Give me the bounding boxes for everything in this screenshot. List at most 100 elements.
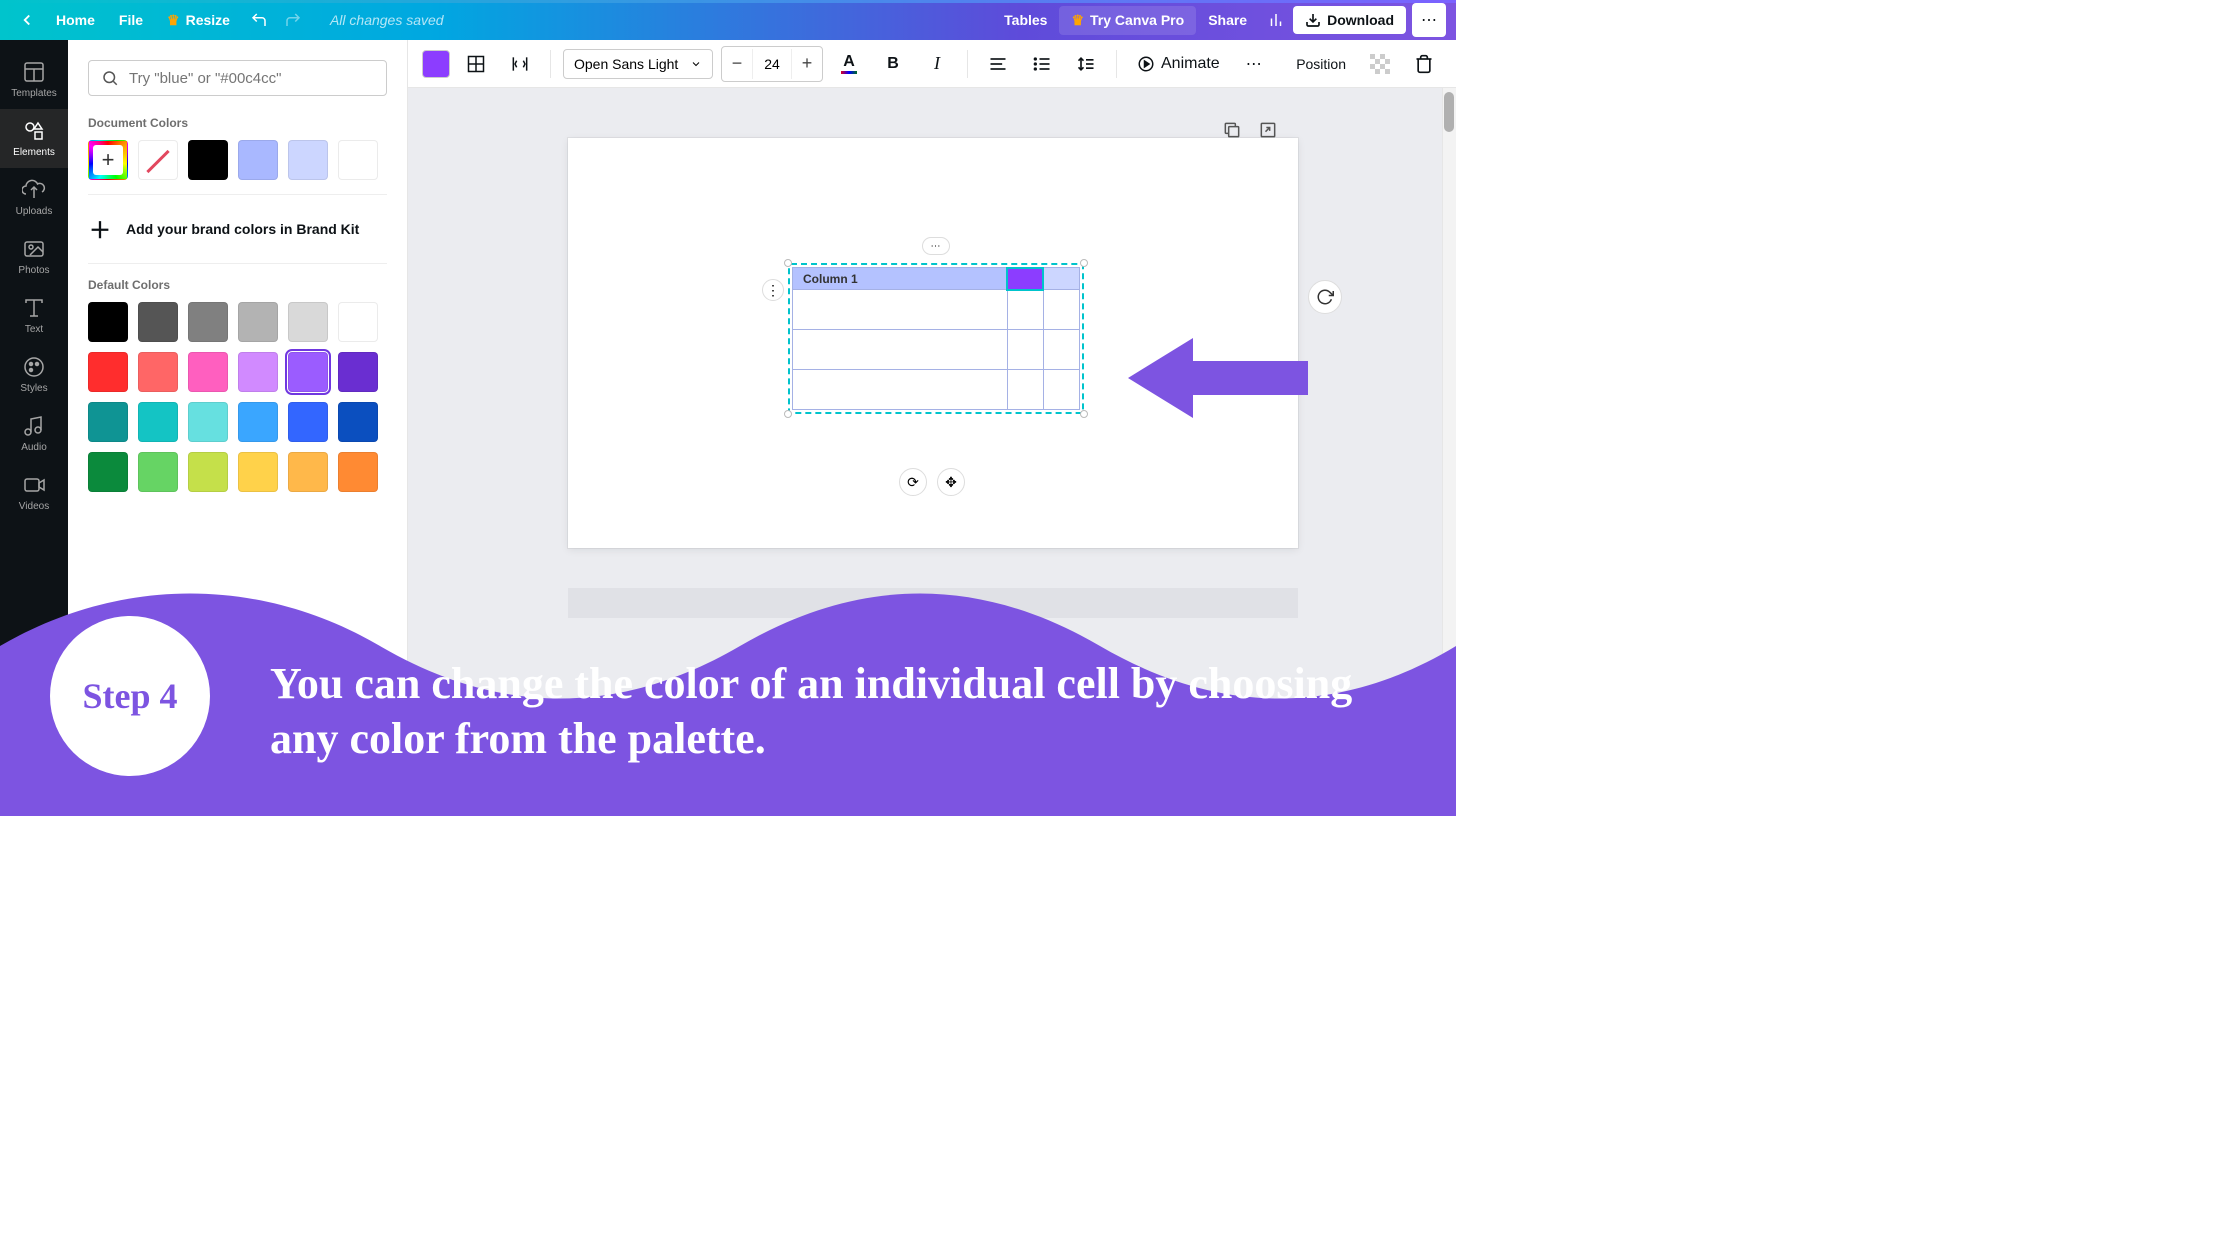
color-swatch[interactable]	[188, 140, 228, 180]
table-row-menu[interactable]: ⋮	[762, 279, 784, 301]
table-cell[interactable]	[1043, 290, 1079, 330]
color-panel: Document Colors + ＋Add your brand colors…	[68, 40, 408, 816]
color-swatch[interactable]	[238, 302, 278, 342]
color-swatch[interactable]	[238, 352, 278, 392]
canvas[interactable]: ⋯ ⋮ Column 1 ⟳ ✥	[408, 88, 1456, 816]
resize-button[interactable]: ♛Resize	[155, 6, 242, 35]
italic-button[interactable]: I	[919, 46, 955, 82]
color-swatch[interactable]	[138, 452, 178, 492]
styles-icon	[22, 355, 46, 379]
add-page-button[interactable]: + Add page	[568, 588, 1298, 618]
table-cell[interactable]	[1043, 330, 1079, 370]
canvas-column: Open Sans Light − + A B I Animate ⋯ Posi…	[408, 40, 1456, 816]
color-swatch[interactable]	[288, 140, 328, 180]
color-swatch[interactable]	[138, 402, 178, 442]
bold-button[interactable]: B	[875, 46, 911, 82]
table-cell[interactable]	[1007, 370, 1043, 410]
nav-uploads[interactable]: Uploads	[0, 168, 68, 227]
nav-videos[interactable]: Videos	[0, 463, 68, 522]
color-swatch[interactable]	[288, 402, 328, 442]
table-element[interactable]: ⋯ ⋮ Column 1	[788, 263, 1084, 414]
color-swatch[interactable]	[288, 302, 328, 342]
insights-button[interactable]	[1259, 3, 1293, 37]
color-swatch[interactable]	[338, 302, 378, 342]
color-swatch[interactable]	[188, 302, 228, 342]
table-cell[interactable]	[1043, 370, 1079, 410]
undo-button[interactable]	[242, 3, 276, 37]
doc-name[interactable]: Tables	[992, 6, 1059, 34]
table-cell[interactable]	[793, 330, 1008, 370]
color-swatch[interactable]	[88, 402, 128, 442]
photos-icon	[22, 237, 46, 261]
color-swatch[interactable]	[288, 352, 328, 392]
color-search[interactable]	[88, 60, 387, 96]
color-swatch[interactable]: +	[88, 140, 128, 180]
text-color-button[interactable]: A	[831, 46, 867, 82]
list-button[interactable]	[1024, 46, 1060, 82]
redo-button[interactable]	[276, 3, 310, 37]
font-size-stepper[interactable]: − +	[721, 46, 823, 82]
nav-photos[interactable]: Photos	[0, 227, 68, 286]
color-swatch[interactable]	[188, 402, 228, 442]
color-swatch[interactable]	[338, 352, 378, 392]
color-swatch[interactable]	[138, 302, 178, 342]
home-button[interactable]: Home	[44, 6, 107, 34]
download-button[interactable]: Download	[1293, 6, 1406, 34]
color-swatch[interactable]	[288, 452, 328, 492]
font-family-select[interactable]: Open Sans Light	[563, 49, 713, 79]
table-cell[interactable]	[793, 370, 1008, 410]
nav-text[interactable]: Text	[0, 286, 68, 345]
element-controls: ⟳ ✥	[899, 468, 965, 496]
color-swatch[interactable]	[188, 452, 228, 492]
nav-templates[interactable]: Templates	[0, 50, 68, 109]
audio-icon	[22, 414, 46, 438]
more-tools[interactable]: ⋯	[1236, 46, 1272, 82]
table-cell[interactable]	[1007, 290, 1043, 330]
nav-elements[interactable]: Elements	[0, 109, 68, 168]
color-swatch[interactable]	[188, 352, 228, 392]
font-size-increase[interactable]: +	[792, 47, 822, 81]
try-pro-button[interactable]: ♛Try Canva Pro	[1059, 6, 1196, 35]
font-size-input[interactable]	[752, 49, 792, 79]
search-icon	[101, 69, 119, 87]
text-align-button[interactable]	[980, 46, 1016, 82]
scrollbar[interactable]	[1442, 88, 1456, 816]
color-swatch[interactable]	[238, 402, 278, 442]
color-swatch[interactable]	[338, 140, 378, 180]
table-cell[interactable]	[1007, 330, 1043, 370]
color-swatch[interactable]	[88, 302, 128, 342]
table-header-cell[interactable]	[1043, 268, 1079, 290]
color-swatch[interactable]	[88, 452, 128, 492]
nav-styles[interactable]: Styles	[0, 345, 68, 404]
color-swatch[interactable]	[338, 452, 378, 492]
animate-button[interactable]: Animate	[1129, 46, 1228, 82]
regenerate-button[interactable]	[1308, 280, 1342, 314]
color-swatch[interactable]	[338, 402, 378, 442]
table-header-cell-selected[interactable]	[1007, 268, 1043, 290]
move-handle[interactable]: ✥	[937, 468, 965, 496]
color-swatch[interactable]	[238, 452, 278, 492]
line-spacing-button[interactable]	[1068, 46, 1104, 82]
file-menu[interactable]: File	[107, 6, 155, 34]
brand-kit-button[interactable]: ＋Add your brand colors in Brand Kit	[88, 209, 387, 249]
table-cell[interactable]	[793, 290, 1008, 330]
table-header-cell[interactable]: Column 1	[793, 268, 1008, 290]
transparency-button[interactable]	[1362, 46, 1398, 82]
more-menu[interactable]: ⋯	[1412, 3, 1446, 37]
position-button[interactable]: Position	[1288, 46, 1354, 82]
color-swatch[interactable]	[238, 140, 278, 180]
color-search-input[interactable]	[129, 70, 374, 87]
table-borders-button[interactable]	[458, 46, 494, 82]
color-swatch[interactable]	[88, 352, 128, 392]
font-size-decrease[interactable]: −	[722, 47, 752, 81]
cell-spacing-button[interactable]	[502, 46, 538, 82]
share-button[interactable]: Share	[1196, 6, 1259, 34]
cell-fill-color[interactable]	[422, 50, 450, 78]
back-button[interactable]	[10, 3, 44, 37]
delete-button[interactable]	[1406, 46, 1442, 82]
color-swatch[interactable]	[138, 352, 178, 392]
rotate-handle[interactable]: ⟳	[899, 468, 927, 496]
nav-audio[interactable]: Audio	[0, 404, 68, 463]
table-context-menu[interactable]: ⋯	[922, 237, 950, 255]
color-swatch[interactable]	[138, 140, 178, 180]
